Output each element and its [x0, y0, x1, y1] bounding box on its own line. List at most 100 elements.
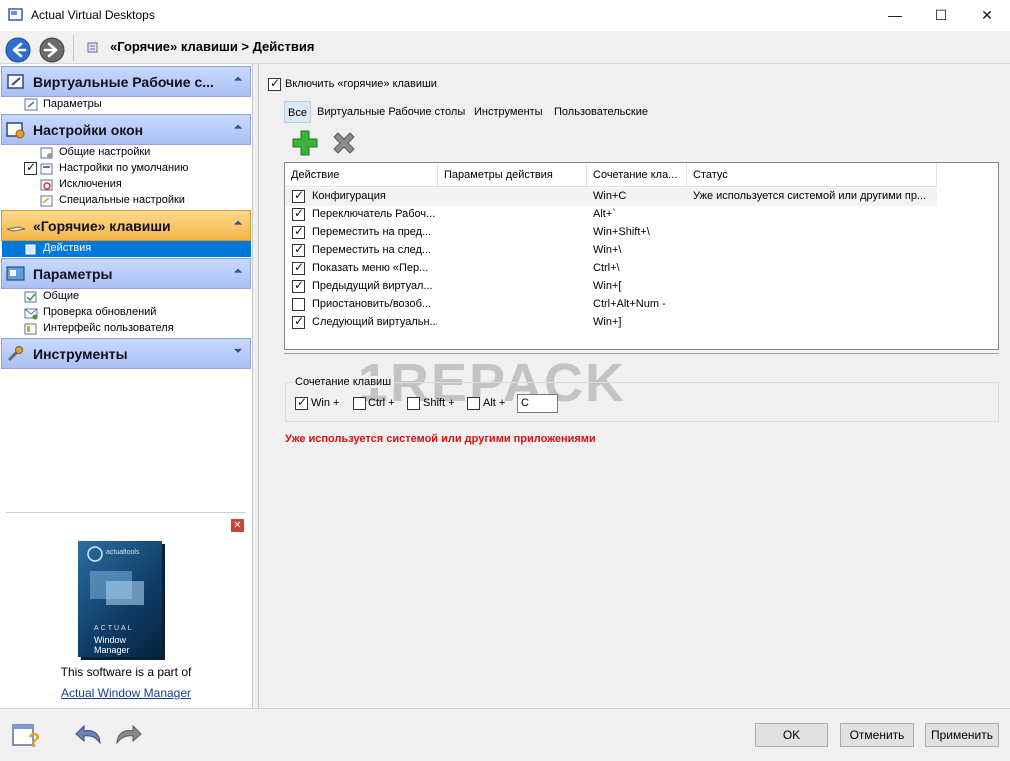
- table-row[interactable]: Показать меню «Пер... Ctrl+\: [285, 260, 937, 278]
- product-box-brand: actualtools: [106, 549, 140, 556]
- row-checkbox[interactable]: [292, 206, 305, 221]
- sidebar-item-user-interface[interactable]: Интерфейс пользователя: [24, 321, 224, 337]
- sidebar-group-options[interactable]: Параметры ⏶: [1, 258, 251, 289]
- column-header-action[interactable]: Действие: [285, 163, 438, 187]
- row-checkbox[interactable]: [292, 314, 305, 329]
- table-row[interactable]: Переместить на след... Win+\: [285, 242, 937, 260]
- column-header-status[interactable]: Статус: [687, 163, 937, 187]
- sidebar-item-label: Действия: [43, 242, 92, 254]
- sidebar-group-hotkeys[interactable]: «Горячие» клавиши ⏶: [1, 210, 251, 241]
- modifier-shift-checkbox[interactable]: [407, 397, 420, 410]
- modifier-win-label[interactable]: Win +: [311, 397, 339, 409]
- redo-icon[interactable]: [113, 723, 143, 747]
- enable-hotkeys-label[interactable]: Включить «горячие» клавиши: [285, 78, 437, 90]
- sidebar-item-special-settings[interactable]: Специальные настройки: [40, 193, 240, 209]
- row-hotkey: Win+]: [593, 316, 622, 328]
- table-row[interactable]: Переместить на пред... Win+Shift+\: [285, 224, 937, 242]
- promo-product-link[interactable]: Actual Window Manager: [0, 686, 252, 700]
- special-settings-icon: [40, 195, 53, 207]
- hotkey-key-input[interactable]: C: [517, 394, 558, 413]
- virtual-desktop-icon: [7, 74, 24, 89]
- sidebar-item-label: Параметры: [43, 98, 102, 110]
- user-interface-icon: [24, 323, 37, 335]
- row-hotkey: Ctrl+Alt+Num -: [593, 298, 666, 310]
- apply-button[interactable]: Применить: [925, 723, 999, 747]
- product-box-title: ACTUAL: [94, 625, 134, 632]
- undo-icon[interactable]: [74, 723, 104, 747]
- delete-icon[interactable]: [330, 130, 358, 157]
- sidebar-item-label: Общие: [43, 290, 80, 302]
- row-action: Конфигурация: [312, 190, 386, 202]
- sidebar-item-label: Проверка обновлений: [43, 306, 157, 318]
- collapse-chevron-icon[interactable]: ⏶: [234, 266, 242, 277]
- enable-hotkeys-checkbox[interactable]: [268, 76, 281, 91]
- modifier-ctrl-label[interactable]: Ctrl +: [368, 397, 395, 409]
- actions-icon: [87, 42, 98, 53]
- sidebar-group-tools[interactable]: Инструменты ⏷: [1, 338, 251, 369]
- row-action: Переключатель Рабоч...: [312, 208, 436, 220]
- sidebar-item-general-settings[interactable]: Общие настройки: [40, 145, 240, 161]
- cancel-button[interactable]: Отменить: [840, 723, 914, 747]
- tab-virtual-desktops[interactable]: Виртуальные Рабочие столы: [314, 101, 468, 123]
- row-checkbox[interactable]: [292, 260, 305, 275]
- title-bar: Actual Virtual Desktops — ☐ ✕: [0, 0, 1010, 31]
- update-check-icon: [24, 308, 38, 320]
- row-hotkey: Win+Shift+\: [593, 226, 650, 238]
- sidebar-item-exclusions[interactable]: Исключения: [40, 177, 240, 193]
- sidebar-item-update-check[interactable]: Проверка обновлений: [24, 305, 224, 321]
- ok-button[interactable]: OK: [755, 723, 828, 747]
- row-checkbox[interactable]: [292, 278, 305, 293]
- modifier-alt-checkbox[interactable]: [467, 397, 480, 410]
- table-row[interactable]: Следующий виртуальн... Win+]: [285, 314, 937, 332]
- tab-custom[interactable]: Пользовательские: [551, 101, 651, 123]
- forward-button[interactable]: [39, 37, 65, 63]
- modifier-win-checkbox[interactable]: [295, 395, 308, 410]
- sidebar-item-actions[interactable]: Действия: [2, 241, 251, 257]
- table-row[interactable]: Переключатель Рабоч... Alt+`: [285, 206, 937, 224]
- close-button[interactable]: ✕: [964, 0, 1010, 31]
- maximize-button[interactable]: ☐: [918, 0, 964, 31]
- hotkey-editor-legend: Сочетание клавиш: [292, 376, 395, 388]
- group-label: Инструменты: [33, 346, 128, 362]
- modifier-ctrl-checkbox[interactable]: [353, 397, 366, 410]
- tab-tools[interactable]: Инструменты: [471, 101, 546, 123]
- row-action: Переместить на след...: [312, 244, 432, 256]
- row-action: Показать меню «Пер...: [312, 262, 429, 274]
- collapse-chevron-icon[interactable]: ⏶: [234, 218, 242, 229]
- sidebar-item-parameters[interactable]: Параметры: [24, 97, 224, 113]
- group-label: Виртуальные Рабочие с...: [33, 74, 214, 90]
- actions-table: Действие Параметры действия Сочетание кл…: [284, 162, 999, 350]
- sidebar-item-default-settings[interactable]: Настройки по умолчанию: [40, 161, 240, 177]
- table-row[interactable]: Конфигурация Win+C Уже используется сист…: [285, 188, 937, 206]
- minimize-button[interactable]: —: [872, 0, 918, 31]
- window-title: Actual Virtual Desktops: [31, 8, 155, 22]
- promo-separator: [6, 512, 246, 513]
- column-header-hotkey[interactable]: Сочетание кла...: [587, 163, 687, 187]
- sidebar-item-general[interactable]: Общие: [24, 289, 224, 305]
- table-row[interactable]: Приостановить/возоб... Ctrl+Alt+Num -: [285, 296, 937, 314]
- collapse-chevron-icon[interactable]: ⏶: [234, 122, 242, 133]
- expand-chevron-icon[interactable]: ⏷: [234, 346, 242, 357]
- modifier-shift-label[interactable]: Shift +: [423, 397, 455, 409]
- sidebar-group-window-settings[interactable]: Настройки окон ⏶: [1, 114, 251, 145]
- default-settings-checkbox[interactable]: [24, 160, 37, 175]
- row-checkbox[interactable]: [292, 224, 305, 239]
- general-settings-icon: [40, 147, 53, 159]
- row-checkbox[interactable]: [292, 242, 305, 257]
- modifier-alt-label[interactable]: Alt +: [483, 397, 505, 409]
- tab-all[interactable]: Все: [284, 101, 311, 123]
- collapse-chevron-icon[interactable]: ⏶: [234, 74, 242, 85]
- help-icon[interactable]: ?: [11, 722, 43, 750]
- promo-close-icon[interactable]: ✕: [231, 519, 244, 532]
- group-label: Параметры: [33, 266, 113, 282]
- sidebar-item-label: Исключения: [59, 178, 122, 190]
- navigation-bar: «Горячие» клавиши > Действия: [0, 31, 1010, 64]
- table-row[interactable]: Предыдущий виртуал... Win+[: [285, 278, 937, 296]
- row-checkbox[interactable]: [292, 188, 305, 203]
- row-action: Приостановить/возоб...: [312, 298, 432, 310]
- column-header-params[interactable]: Параметры действия: [438, 163, 587, 187]
- back-button[interactable]: [5, 37, 31, 63]
- sidebar-group-virtual-desktops[interactable]: Виртуальные Рабочие с... ⏶: [1, 66, 251, 97]
- row-checkbox[interactable]: [292, 298, 305, 311]
- add-icon[interactable]: [290, 129, 320, 157]
